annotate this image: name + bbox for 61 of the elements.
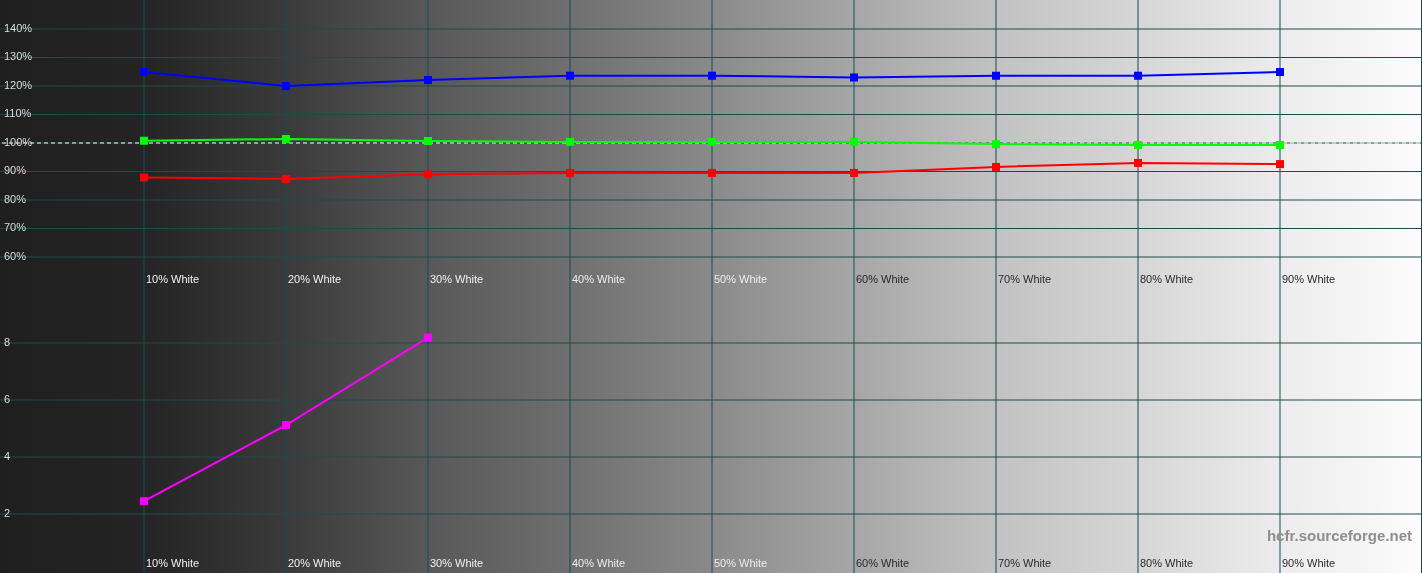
axis-label: 50% White [714, 557, 768, 569]
data-point-marker [1134, 158, 1142, 167]
axis-label: 30% White [430, 557, 484, 569]
data-point-marker [424, 137, 432, 145]
data-point-marker [424, 76, 432, 84]
axis-label: 2 [4, 506, 11, 519]
data-point-marker [708, 137, 716, 146]
data-point-marker [708, 71, 716, 80]
data-point-marker [424, 333, 432, 342]
data-point-marker [140, 136, 148, 145]
data-point-marker [850, 137, 858, 146]
data-point-marker [140, 68, 148, 77]
axis-label: 90% [4, 164, 27, 177]
data-point-marker [566, 137, 574, 146]
data-point-marker [1276, 68, 1284, 77]
data-point-marker [1276, 160, 1284, 169]
axis-label: 120% [4, 78, 33, 91]
axis-label: 20% White [288, 273, 342, 285]
axis-label: 140% [4, 21, 33, 34]
data-point-marker [566, 71, 574, 80]
data-point-marker [566, 168, 574, 177]
data-point-marker [992, 140, 1000, 149]
axis-label: 80% [4, 192, 27, 205]
axis-label: 40% White [572, 273, 626, 285]
axis-label: 80% White [1140, 273, 1194, 285]
axis-label: 70% White [998, 557, 1052, 569]
data-point-marker [424, 170, 432, 179]
axis-label: 60% White [856, 557, 910, 569]
data-point-marker [708, 168, 716, 177]
axis-label: 4 [4, 449, 11, 462]
axis-label: 8 [4, 335, 11, 348]
axis-label: 10% White [146, 557, 200, 569]
axis-label: 130% [4, 50, 33, 63]
axis-label: 80% White [1140, 557, 1194, 569]
axis-label: 50% White [714, 273, 768, 285]
axis-label: 60% [4, 249, 27, 262]
data-point-marker [850, 73, 858, 82]
axis-label: 100% [4, 135, 33, 148]
data-point-marker [1134, 71, 1142, 80]
data-point-marker [140, 497, 148, 506]
axis-label: 90% White [1282, 273, 1336, 285]
data-point-marker [850, 168, 858, 177]
axis-label: 6 [4, 392, 11, 405]
data-point-marker [1134, 141, 1142, 149]
axis-label: 90% White [1282, 557, 1336, 569]
axis-label: 110% [4, 107, 32, 120]
data-point-marker [282, 135, 290, 143]
axis-label: 60% White [856, 273, 910, 285]
data-point-marker [992, 71, 1000, 80]
axis-label: 20% White [288, 557, 342, 569]
axis-label: 70% White [998, 273, 1052, 285]
data-point-marker [282, 421, 290, 430]
data-point-marker [140, 173, 148, 182]
data-point-marker [1276, 141, 1284, 149]
axis-label: 10% White [146, 273, 200, 285]
axis-label: 70% [4, 221, 27, 234]
data-point-marker [282, 82, 290, 90]
axis-label: 40% White [572, 557, 626, 569]
data-point-marker [992, 162, 1000, 171]
data-point-marker [282, 174, 290, 183]
axis-label: 30% White [430, 273, 484, 285]
